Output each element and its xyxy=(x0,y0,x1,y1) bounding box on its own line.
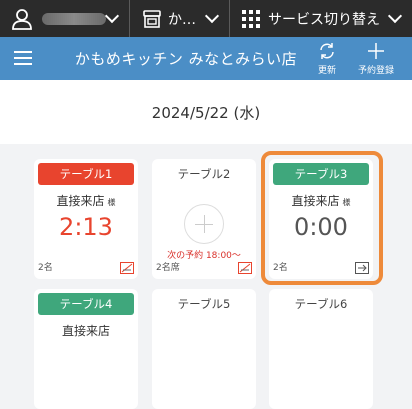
table-card[interactable]: テーブル4 直接来店 xyxy=(34,289,138,409)
chevron-down-icon xyxy=(387,8,403,24)
refresh-button[interactable]: 更新 xyxy=(312,41,342,76)
table-name-badge: テーブル1 xyxy=(38,163,134,185)
table-name-badge: テーブル4 xyxy=(38,293,134,315)
user-icon xyxy=(12,8,32,30)
table-card[interactable]: テーブル6 xyxy=(269,289,373,409)
no-smoking-icon xyxy=(120,262,134,274)
elapsed-time: 0:00 xyxy=(294,213,348,241)
table-name-badge: テーブル5 xyxy=(177,297,231,311)
exit-icon xyxy=(355,262,369,274)
shop-name: かもめキッチン みなとみらい店 xyxy=(74,50,298,68)
seat-capacity: 2名席 xyxy=(156,263,180,273)
refresh-label: 更新 xyxy=(317,66,336,76)
add-reservation-label: 予約登録 xyxy=(357,66,394,76)
add-reservation-button[interactable]: 予約登録 xyxy=(354,41,398,76)
table-card[interactable]: テーブル5 xyxy=(152,289,256,409)
visit-type: 直接来店様 xyxy=(56,194,116,208)
visit-type: 直接来店様 xyxy=(291,194,351,208)
table-name-badge: テーブル6 xyxy=(294,297,348,311)
elapsed-time: 2:13 xyxy=(59,213,113,241)
service-switcher[interactable]: サービス切り替え xyxy=(230,0,412,37)
app-header: かもめキッチン みなとみらい店 更新 予約登録 xyxy=(0,37,412,80)
plus-icon xyxy=(368,43,384,59)
grid-icon xyxy=(242,9,260,28)
chevron-down-icon xyxy=(104,8,120,24)
top-bar: か… サービス切り替え xyxy=(0,0,412,37)
visit-type: 直接来店 xyxy=(61,324,110,338)
table-name-badge: テーブル3 xyxy=(273,163,369,185)
store-icon xyxy=(143,9,161,28)
account-switcher[interactable] xyxy=(0,0,130,37)
no-smoking-icon xyxy=(238,262,252,274)
store-label: か… xyxy=(168,11,196,28)
store-switcher[interactable]: か… xyxy=(130,0,230,37)
table-name-badge: テーブル2 xyxy=(177,167,231,181)
chevron-down-icon xyxy=(204,8,220,24)
date-bar: 2024/5/22 (水) xyxy=(0,80,412,144)
user-name-blurred xyxy=(42,12,106,25)
refresh-icon xyxy=(320,43,334,59)
table-card[interactable]: テーブル3 直接来店様 0:00 2名 xyxy=(269,159,373,279)
table-card[interactable]: テーブル2 次の予約 18:00〜 2名席 xyxy=(152,159,256,279)
guest-count: 2名 xyxy=(273,263,288,273)
add-seating-icon[interactable] xyxy=(184,204,224,244)
current-date[interactable]: 2024/5/22 (水) xyxy=(152,102,260,123)
table-card[interactable]: テーブル1 直接来店様 2:13 2名 xyxy=(34,159,138,279)
service-switch-label: サービス切り替え xyxy=(268,11,380,28)
guest-count: 2名 xyxy=(38,263,53,273)
